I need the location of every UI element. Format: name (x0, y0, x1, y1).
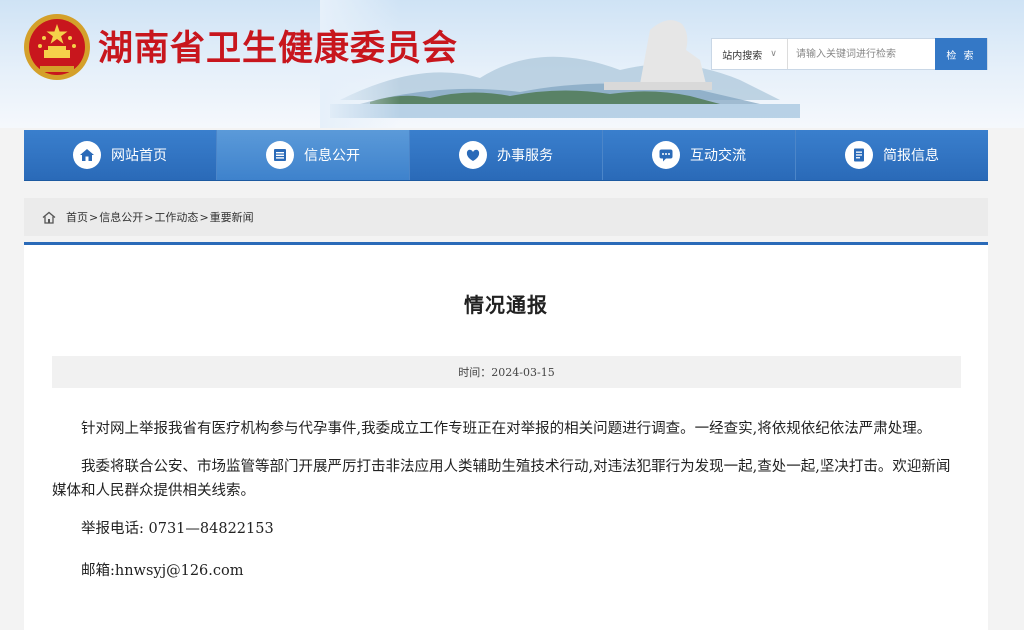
nav-item-info-disclosure[interactable]: 信息公开 (217, 130, 410, 180)
article-meta: 时间：2024-03-15 (52, 356, 961, 388)
report-email: 邮箱:hnwsyj@126.com (81, 563, 244, 579)
breadcrumb-home[interactable]: 首页 (66, 209, 88, 225)
article-paragraph: 我委将联合公安、市场监管等部门开展严厉打击非法应用人类辅助生殖技术行动,对违法犯… (52, 459, 951, 499)
chat-bubble-icon (652, 141, 680, 169)
document-list-icon (266, 141, 294, 169)
bulletin-icon (845, 141, 873, 169)
nav-item-label: 网站首页 (111, 148, 167, 164)
home-icon (42, 211, 56, 224)
nav-item-interaction[interactable]: 互动交流 (603, 130, 796, 180)
search-scope-label: 站内搜索 (722, 50, 763, 62)
breadcrumb-info-disclosure[interactable]: 信息公开 (99, 209, 143, 225)
search-input[interactable] (788, 39, 935, 69)
breadcrumb-separator: > (89, 210, 99, 224)
article-body: 针对网上举报我省有医疗机构参与代孕事件,我委成立工作专班正在对举报的相关问题进行… (52, 417, 964, 601)
breadcrumb-important-news[interactable]: 重要新闻 (210, 209, 254, 225)
report-phone: 举报电话: 0731—84822153 (81, 521, 274, 537)
nav-item-home[interactable]: 网站首页 (24, 130, 217, 180)
article-paragraph: 针对网上举报我省有医疗机构参与代孕事件,我委成立工作专班正在对举报的相关问题进行… (81, 421, 932, 437)
main-nav: 网站首页 信息公开 办事服务 互动交流 简报信息 (24, 130, 988, 181)
article-publish-time: 时间：2024-03-15 (458, 366, 555, 379)
nav-item-label: 办事服务 (497, 148, 553, 164)
nav-item-services[interactable]: 办事服务 (410, 130, 603, 180)
breadcrumb-separator: > (144, 210, 154, 224)
nav-item-label: 信息公开 (304, 148, 360, 164)
nav-item-label: 简报信息 (883, 148, 939, 164)
breadcrumb-separator: > (199, 210, 209, 224)
article-title: 情况通报 (464, 293, 548, 317)
site-search: 站内搜索 ∨ 检 索 (711, 38, 988, 70)
article-panel: 情况通报 时间：2024-03-15 针对网上举报我省有医疗机构参与代孕事件,我… (24, 242, 988, 630)
breadcrumb: 首页 > 信息公开 > 工作动态 > 重要新闻 (24, 198, 988, 236)
site-header: 湖南省卫生健康委员会 站内搜索 ∨ 检 索 (0, 0, 1024, 128)
service-hands-icon (459, 141, 487, 169)
chevron-down-icon: ∨ (770, 49, 777, 59)
national-emblem-logo (24, 14, 90, 80)
nav-item-bulletin[interactable]: 简报信息 (796, 130, 988, 180)
breadcrumb-work-updates[interactable]: 工作动态 (154, 209, 198, 225)
search-button[interactable]: 检 索 (935, 38, 987, 70)
search-scope-select[interactable]: 站内搜索 ∨ (712, 39, 788, 69)
home-icon (73, 141, 101, 169)
nav-item-label: 互动交流 (690, 148, 746, 164)
site-title: 湖南省卫生健康委员会 (98, 29, 459, 69)
